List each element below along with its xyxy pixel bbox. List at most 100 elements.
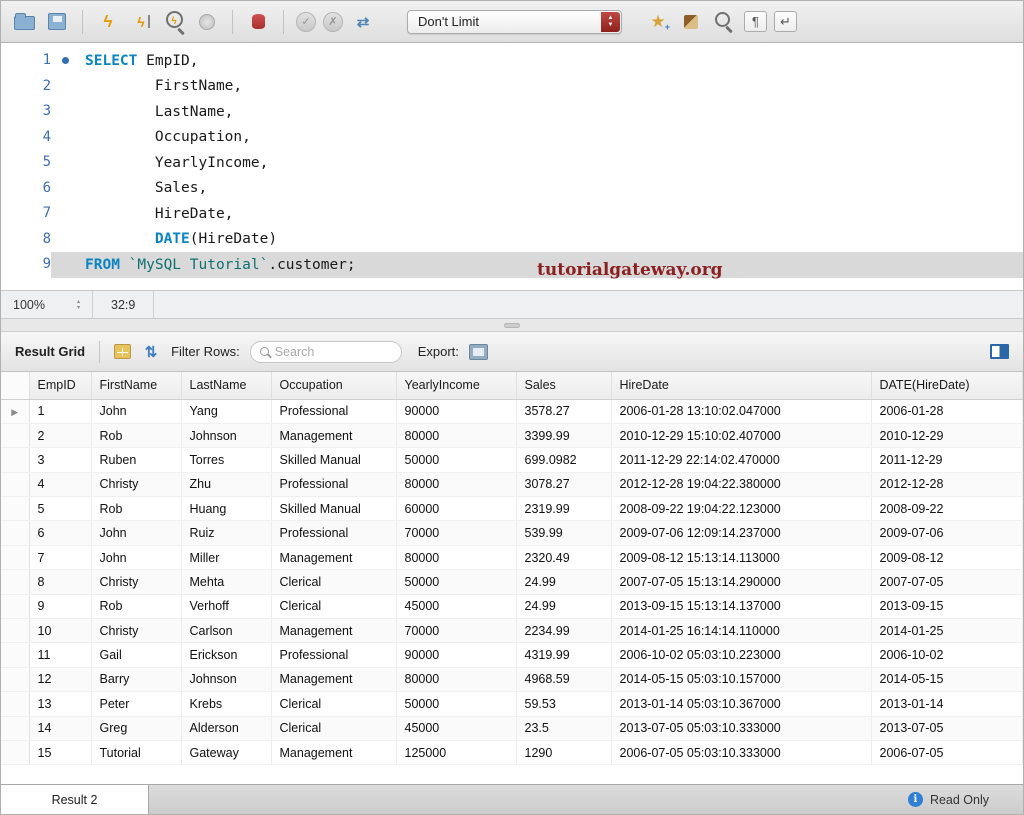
row-selector[interactable] (1, 423, 29, 447)
code-line[interactable]: 3 LastName, (1, 99, 1023, 125)
table-cell[interactable]: Gateway (181, 740, 271, 764)
table-cell[interactable]: 70000 (396, 619, 516, 643)
column-header[interactable]: Occupation (271, 372, 396, 399)
table-cell[interactable]: 70000 (396, 521, 516, 545)
row-selector[interactable] (1, 619, 29, 643)
table-cell[interactable]: Management (271, 423, 396, 447)
code-line[interactable]: 6 Sales, (1, 176, 1023, 202)
table-row[interactable]: 4ChristyZhuProfessional800003078.272012-… (1, 472, 1023, 496)
table-cell[interactable]: 2006-01-28 (871, 399, 1023, 423)
table-cell[interactable]: Ruben (91, 448, 181, 472)
code-line[interactable]: 9FROM `MySQL Tutorial`.customer; (1, 252, 1023, 278)
table-cell[interactable]: 2011-12-29 22:14:02.470000 (611, 448, 871, 472)
table-row[interactable]: 6JohnRuizProfessional70000539.992009-07-… (1, 521, 1023, 545)
table-cell[interactable]: 90000 (396, 643, 516, 667)
table-cell[interactable]: Johnson (181, 667, 271, 691)
table-cell[interactable]: Greg (91, 716, 181, 740)
save-snippet-icon[interactable]: ★ (645, 10, 671, 34)
column-header[interactable]: FirstName (91, 372, 181, 399)
table-row[interactable]: 12BarryJohnsonManagement800004968.592014… (1, 667, 1023, 691)
row-selector[interactable] (1, 545, 29, 569)
table-cell[interactable]: 2009-08-12 15:13:14.113000 (611, 545, 871, 569)
table-cell[interactable]: Management (271, 619, 396, 643)
table-cell[interactable]: 24.99 (516, 570, 611, 594)
table-cell[interactable]: 90000 (396, 399, 516, 423)
rollback-icon[interactable]: ✗ (323, 12, 343, 32)
invisible-characters-icon[interactable]: ¶ (744, 11, 767, 32)
table-cell[interactable]: 15 (29, 740, 91, 764)
table-cell[interactable]: 50000 (396, 692, 516, 716)
table-cell[interactable]: 2014-01-25 16:14:14.110000 (611, 619, 871, 643)
commit-icon[interactable]: ✓ (296, 12, 316, 32)
zoom-stepper-icon[interactable]: ▴▾ (77, 299, 80, 311)
row-selector[interactable] (1, 643, 29, 667)
table-cell[interactable]: 45000 (396, 594, 516, 618)
table-cell[interactable]: 2013-09-15 15:13:14.137000 (611, 594, 871, 618)
column-header[interactable]: HireDate (611, 372, 871, 399)
table-cell[interactable]: 12 (29, 667, 91, 691)
table-cell[interactable]: 2014-01-25 (871, 619, 1023, 643)
table-cell[interactable]: Professional (271, 521, 396, 545)
table-cell[interactable]: Christy (91, 570, 181, 594)
table-cell[interactable]: 2006-07-05 (871, 740, 1023, 764)
table-cell[interactable]: 2008-09-22 (871, 497, 1023, 521)
table-cell[interactable]: 2014-05-15 (871, 667, 1023, 691)
table-cell[interactable]: 2013-01-14 05:03:10.367000 (611, 692, 871, 716)
table-cell[interactable]: 2010-12-29 15:10:02.407000 (611, 423, 871, 447)
table-cell[interactable]: 60000 (396, 497, 516, 521)
table-cell[interactable]: Erickson (181, 643, 271, 667)
table-row[interactable]: 7JohnMillerManagement800002320.492009-08… (1, 545, 1023, 569)
table-cell[interactable]: 3399.99 (516, 423, 611, 447)
table-cell[interactable]: 80000 (396, 667, 516, 691)
table-row[interactable]: 2RobJohnsonManagement800003399.992010-12… (1, 423, 1023, 447)
table-cell[interactable]: 3078.27 (516, 472, 611, 496)
table-cell[interactable]: 2320.49 (516, 545, 611, 569)
result-grid-icon[interactable] (114, 344, 131, 359)
table-cell[interactable]: 2 (29, 423, 91, 447)
row-selector[interactable] (1, 692, 29, 716)
table-cell[interactable]: 2006-07-05 05:03:10.333000 (611, 740, 871, 764)
code-line[interactable]: 1SELECT EmpID, (1, 48, 1023, 74)
table-cell[interactable]: Peter (91, 692, 181, 716)
table-cell[interactable]: Krebs (181, 692, 271, 716)
table-cell[interactable]: 10 (29, 619, 91, 643)
table-cell[interactable]: Verhoff (181, 594, 271, 618)
code-line[interactable]: 5 YearlyIncome, (1, 150, 1023, 176)
table-cell[interactable]: Ruiz (181, 521, 271, 545)
table-row[interactable]: 9RobVerhoffClerical4500024.992013-09-15 … (1, 594, 1023, 618)
table-cell[interactable]: 4 (29, 472, 91, 496)
tab-result-2[interactable]: Result 2 (1, 785, 149, 814)
table-cell[interactable]: 14 (29, 716, 91, 740)
table-cell[interactable]: 80000 (396, 545, 516, 569)
wrap-text-icon[interactable]: ↵ (774, 11, 797, 32)
open-file-icon[interactable] (11, 10, 37, 34)
table-cell[interactable]: 2006-10-02 (871, 643, 1023, 667)
table-cell[interactable]: 2009-07-06 (871, 521, 1023, 545)
row-selector[interactable] (1, 740, 29, 764)
table-row[interactable]: 13PeterKrebsClerical5000059.532013-01-14… (1, 692, 1023, 716)
table-cell[interactable]: Skilled Manual (271, 497, 396, 521)
table-cell[interactable]: Clerical (271, 716, 396, 740)
column-header[interactable]: DATE(HireDate) (871, 372, 1023, 399)
table-cell[interactable]: Gail (91, 643, 181, 667)
table-cell[interactable]: 9 (29, 594, 91, 618)
table-cell[interactable]: Torres (181, 448, 271, 472)
execute-statement-icon[interactable]: ϟ (128, 10, 154, 34)
row-selector[interactable] (1, 521, 29, 545)
refresh-arrows-icon[interactable]: ⇅ (141, 343, 161, 361)
row-selector[interactable]: ▶ (1, 399, 29, 423)
table-row[interactable]: 8ChristyMehtaClerical5000024.992007-07-0… (1, 570, 1023, 594)
table-cell[interactable]: Rob (91, 423, 181, 447)
find-icon[interactable] (711, 10, 737, 34)
row-selector[interactable] (1, 594, 29, 618)
panel-toggle-icon[interactable] (990, 344, 1009, 359)
table-cell[interactable]: Christy (91, 619, 181, 643)
table-cell[interactable]: Management (271, 667, 396, 691)
column-header[interactable]: YearlyIncome (396, 372, 516, 399)
table-cell[interactable]: 2011-12-29 (871, 448, 1023, 472)
table-cell[interactable]: 24.99 (516, 594, 611, 618)
zoom-control[interactable]: 100% ▴▾ (1, 291, 93, 318)
table-row[interactable]: 11GailEricksonProfessional900004319.9920… (1, 643, 1023, 667)
table-cell[interactable]: Management (271, 545, 396, 569)
table-cell[interactable]: Carlson (181, 619, 271, 643)
